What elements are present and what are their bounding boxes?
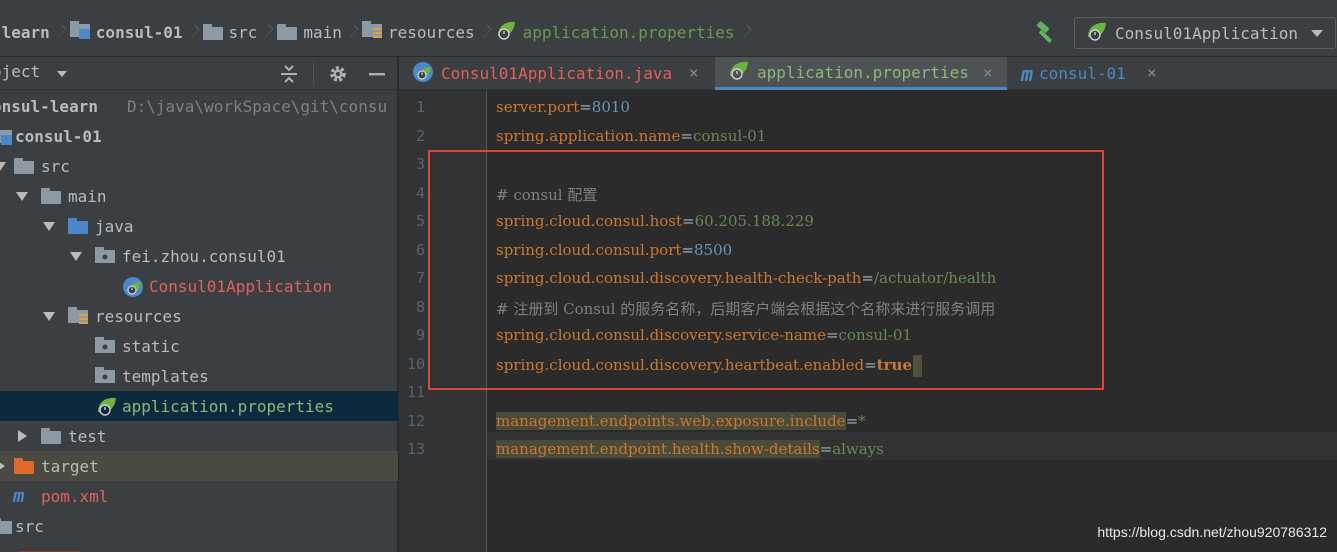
folder-icon xyxy=(95,337,115,357)
code-comment: # 注册到 Consul 的服务名称，后期客户端会根据这个名称来进行服务调用 xyxy=(496,300,996,318)
collapse-all-icon[interactable] xyxy=(278,63,300,85)
code-line: spring.cloud.consul.port=8500 xyxy=(496,241,733,259)
tree-item-project-root[interactable]: onsul-learn D:\java\workSpace\git\consu xyxy=(0,91,398,121)
tree-item-partial xyxy=(0,541,398,552)
maven-icon: m xyxy=(13,485,25,507)
watermark: https://blog.csdn.net/zhou920786312 xyxy=(1097,524,1327,540)
minimize-icon[interactable] xyxy=(366,63,388,85)
hammer-icon[interactable] xyxy=(1033,21,1057,45)
tree-item-static[interactable]: static xyxy=(0,331,398,361)
folder-icon xyxy=(277,24,298,40)
breadcrumb-item-project[interactable]: -learn xyxy=(0,19,50,45)
navigation-bar: -learn consul-01 src main resources xyxy=(0,0,1337,57)
expand-arrow-icon[interactable] xyxy=(0,458,8,474)
breadcrumb-separator xyxy=(189,19,197,45)
tree-item-java[interactable]: java xyxy=(0,211,398,241)
code-comment: # consul 配置 xyxy=(496,186,598,204)
code-line: spring.cloud.consul.host=60.205.188.229 xyxy=(496,212,814,230)
code-line: management.endpoint.health.show-details=… xyxy=(496,440,884,458)
divider xyxy=(313,61,314,85)
tree-item-pom-xml[interactable]: m pom.xml xyxy=(0,481,398,511)
spring-leaf-icon xyxy=(727,58,751,86)
tree-item-src-root[interactable]: src xyxy=(0,511,398,541)
tree-item-target[interactable]: target xyxy=(0,451,398,481)
module-folder-icon xyxy=(0,127,12,147)
maven-icon: m xyxy=(1021,61,1034,86)
module-folder-icon xyxy=(69,21,90,43)
tree-item-package[interactable]: fei.zhou.consul01 xyxy=(0,241,398,271)
project-panel: oject onsul-learn D:\java\workSpace\git\… xyxy=(0,57,398,552)
tree-item-application-properties[interactable]: application.properties xyxy=(0,391,398,421)
source-folder-icon xyxy=(68,218,88,238)
project-panel-header: oject xyxy=(0,57,398,90)
expand-arrow-icon[interactable] xyxy=(0,158,8,174)
breadcrumb-separator xyxy=(741,19,749,45)
expand-arrow-icon[interactable] xyxy=(14,428,30,444)
code-line: spring.cloud.consul.discovery.health-che… xyxy=(496,269,997,287)
folder-icon xyxy=(0,518,12,538)
tree-item-src[interactable]: src xyxy=(0,151,398,181)
code-line: spring.cloud.consul.discovery.service-na… xyxy=(496,326,912,344)
tree-item-templates[interactable]: templates xyxy=(0,361,398,391)
breadcrumb-item-module[interactable]: consul-01 xyxy=(69,19,183,45)
breadcrumb: -learn consul-01 src main resources xyxy=(0,19,755,45)
tree-item-main[interactable]: main xyxy=(0,181,398,211)
folder-icon xyxy=(41,428,61,448)
spring-leaf-icon xyxy=(95,394,116,416)
run-configuration-dropdown[interactable]: Consul01Application xyxy=(1074,17,1336,49)
folder-icon xyxy=(202,24,223,40)
tab-consul-01[interactable]: m consul-01 × xyxy=(1009,57,1169,90)
project-view-selector[interactable]: oject xyxy=(0,62,40,81)
expand-arrow-icon[interactable] xyxy=(41,218,57,234)
expand-arrow-icon[interactable] xyxy=(41,308,57,324)
breadcrumb-item-main[interactable]: main xyxy=(277,19,342,45)
spring-class-icon xyxy=(411,60,435,88)
package-icon xyxy=(95,247,115,267)
code-editor[interactable]: 1 2 3 4 5 6 7 8 9 10 11 12 13 server.por… xyxy=(399,91,1337,552)
close-icon[interactable]: × xyxy=(689,63,699,82)
spring-leaf-icon xyxy=(495,19,517,45)
spring-class-icon xyxy=(121,275,143,297)
line-number-gutter: 1 2 3 4 5 6 7 8 9 10 11 12 13 xyxy=(399,91,487,552)
chevron-down-icon xyxy=(1311,30,1323,37)
folder-icon xyxy=(41,188,61,208)
tree-item-consul01application[interactable]: Consul01Application xyxy=(0,271,398,301)
text-cursor xyxy=(913,355,922,377)
breadcrumb-item-src[interactable]: src xyxy=(202,19,257,45)
breadcrumb-separator xyxy=(263,19,271,45)
close-icon[interactable]: × xyxy=(983,63,993,82)
expand-arrow-icon[interactable] xyxy=(14,188,30,204)
code-line: server.port=8010 xyxy=(496,98,630,116)
breadcrumb-separator xyxy=(56,19,64,45)
breadcrumb-item-file[interactable]: application.properties xyxy=(495,19,735,45)
chevron-down-icon[interactable] xyxy=(57,71,67,77)
resources-folder-icon xyxy=(68,307,88,327)
close-icon[interactable]: × xyxy=(1147,63,1157,82)
excluded-folder-icon xyxy=(14,458,34,478)
tab-application-properties[interactable]: application.properties × xyxy=(715,57,1007,90)
tree-item-consul-01[interactable]: consul-01 xyxy=(0,121,398,151)
tree-item-resources[interactable]: resources xyxy=(0,301,398,331)
folder-icon xyxy=(95,367,115,387)
run-configuration-label: Consul01Application xyxy=(1115,23,1299,43)
breadcrumb-separator xyxy=(481,19,489,45)
resources-folder-icon xyxy=(361,21,382,43)
folder-icon xyxy=(14,158,34,178)
tree-item-test[interactable]: test xyxy=(0,421,398,451)
tab-consul01application-java[interactable]: Consul01Application.java × xyxy=(399,57,713,90)
code-line: management.endpoints.web.exposure.includ… xyxy=(496,412,866,430)
spring-boot-icon xyxy=(1085,19,1109,47)
breadcrumb-item-resources[interactable]: resources xyxy=(361,19,475,45)
expand-arrow-icon[interactable] xyxy=(68,248,84,264)
code-line: spring.cloud.consul.discovery.heartbeat.… xyxy=(496,355,922,377)
breadcrumb-separator xyxy=(348,19,356,45)
code-line: spring.application.name=consul-01 xyxy=(496,127,767,145)
gear-icon[interactable] xyxy=(327,63,349,85)
editor-tabs: Consul01Application.java × application.p… xyxy=(399,57,1337,90)
